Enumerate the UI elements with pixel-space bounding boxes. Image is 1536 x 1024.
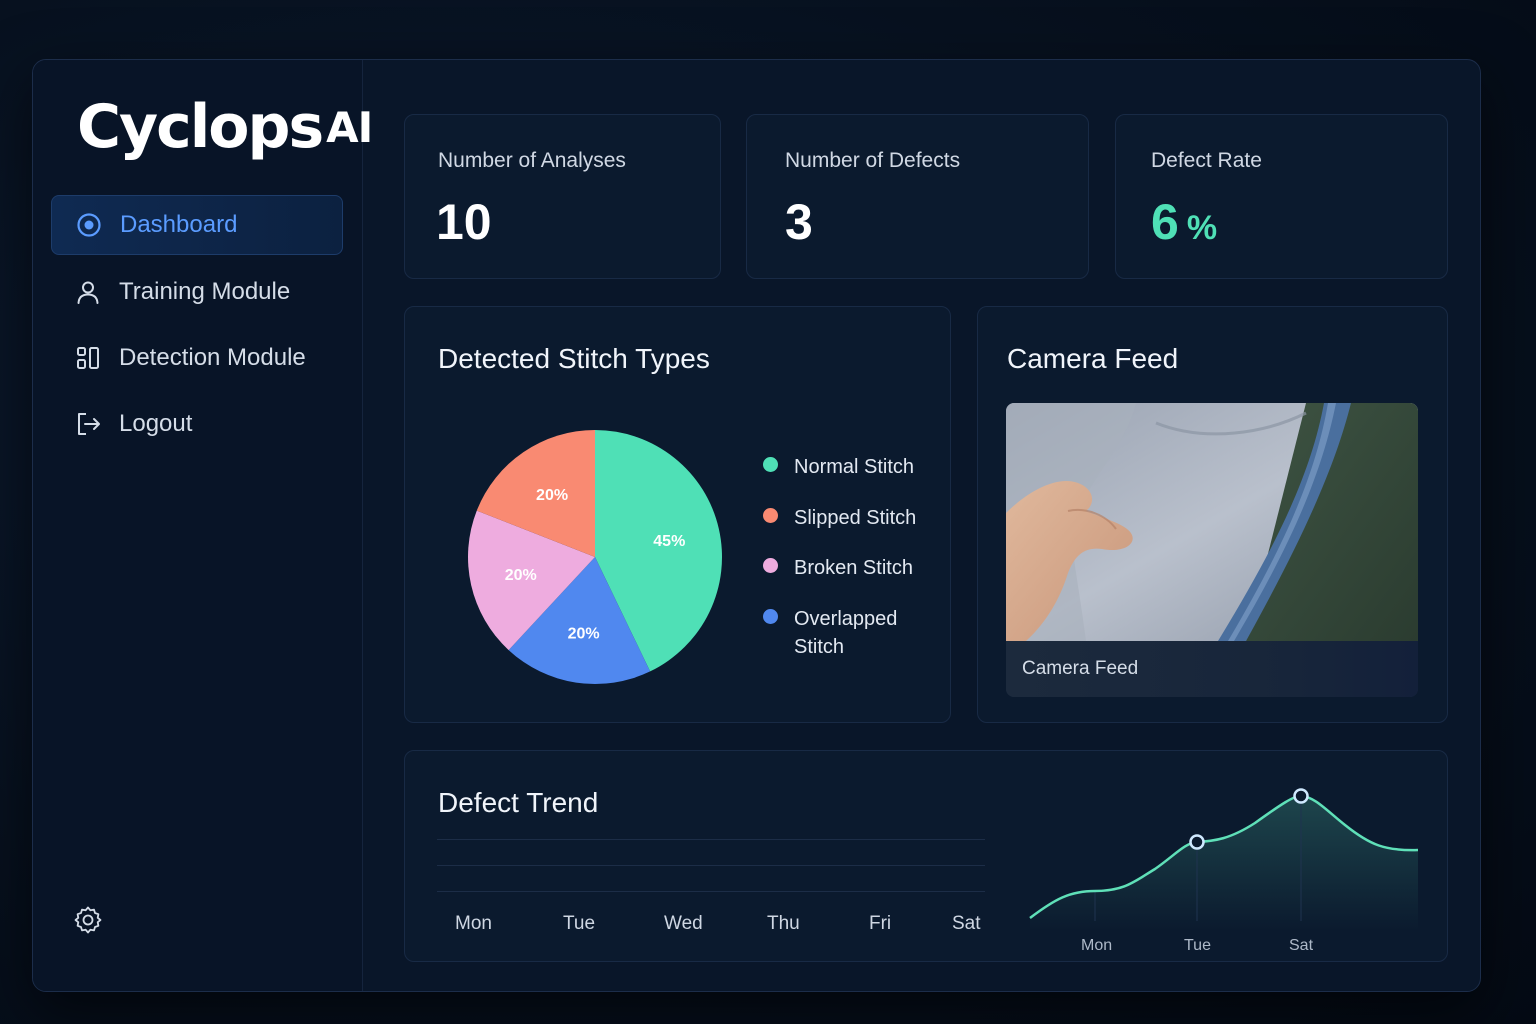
camera-caption: Camera Feed [1006,641,1418,697]
camera-feed-view[interactable]: Camera Feed [1006,403,1418,697]
stat-value: 3 [785,194,813,250]
x-tick-label: Sat [952,913,981,934]
grid-icon [75,345,101,371]
sidebar: Cyclops AI Dashboard Training Module Det… [33,60,373,991]
trend-line-chart [1029,788,1419,931]
user-icon [75,279,101,305]
sidebar-item-label: Dashboard [120,211,238,238]
stat-card-defect-rate: Defect Rate 6% [1115,114,1448,279]
stitch-types-card: Detected Stitch Types 45% 20% 20% 20% Norma… [404,306,951,723]
gear-icon[interactable] [73,905,103,935]
trend-point [1189,834,1205,850]
mini-x-tick-label: Tue [1184,937,1211,954]
stat-label: Number of Defects [785,149,961,172]
pie-chart: 45% 20% 20% 20% [467,430,722,684]
legend-label: Slipped Stitch [794,507,917,529]
legend-item: Overlapped Stitch [763,605,924,661]
legend-item: Normal Stitch [763,453,924,481]
brand-logo: Cyclops AI [77,92,373,162]
sidebar-item-label: Training Module [119,278,291,305]
legend-label: Broken Stitch [794,557,913,579]
legend-swatch [763,457,778,472]
sidebar-item-training-module[interactable]: Training Module [51,262,343,322]
legend-item: Broken Stitch [763,554,924,582]
trend-area [1030,795,1418,931]
x-tick-label: Mon [455,913,492,934]
logout-icon [75,411,101,437]
stat-label: Number of Analyses [438,149,626,172]
legend-label: Overlapped Stitch [794,608,898,658]
grid-line [437,891,985,892]
stat-value: 10 [436,194,492,250]
legend-item: Slipped Stitch [763,504,924,532]
pie-data-label: 20% [536,487,568,504]
defect-rate-number: 6 [1151,194,1179,250]
stat-value: 6% [1151,193,1217,251]
trend-point [1293,788,1309,804]
sidebar-item-dashboard[interactable]: Dashboard [51,195,343,255]
pie-data-label: 20% [568,625,600,642]
x-tick-label: Tue [563,913,596,934]
mini-x-tick-label: Sat [1289,937,1314,954]
sidebar-item-detection-module[interactable]: Detection Module [51,328,343,388]
pie-data-label: 45% [653,533,685,550]
sidebar-item-label: Detection Module [119,344,306,371]
mini-x-tick-label: Mon [1081,937,1113,954]
grid-line [437,839,985,840]
stat-card-defects: Number of Defects 3 [746,114,1089,279]
grid-line [437,865,985,866]
target-icon [76,212,102,238]
camera-feed-card: Camera Feed Camera Feed [977,306,1448,723]
brand-suffix: AI [326,102,373,152]
legend-swatch [763,508,778,523]
legend-swatch [763,609,778,624]
card-title: Defect Trend [438,787,599,818]
defect-rate-unit: % [1186,209,1218,247]
stat-label: Defect Rate [1151,149,1262,172]
app-window: Cyclops AI Dashboard Training Module Det… [32,59,1481,992]
legend-label: Normal Stitch [794,456,915,478]
x-tick-label: Wed [664,913,703,934]
sidebar-item-logout[interactable]: Logout [51,394,343,454]
sidebar-item-label: Logout [119,410,193,437]
card-title: Camera Feed [1007,343,1179,374]
x-tick-label: Fri [869,913,892,934]
defect-trend-card: Defect Trend Mon Tue Wed Thu Fri Sat Mon [404,750,1448,962]
pie-data-label: 20% [505,567,537,584]
stat-card-analyses: Number of Analyses 10 [404,114,721,279]
x-tick-label: Thu [767,913,800,934]
card-title: Detected Stitch Types [438,343,710,374]
camera-image [1006,403,1418,641]
brand-name: Cyclops [77,92,324,162]
legend-swatch [763,558,778,573]
